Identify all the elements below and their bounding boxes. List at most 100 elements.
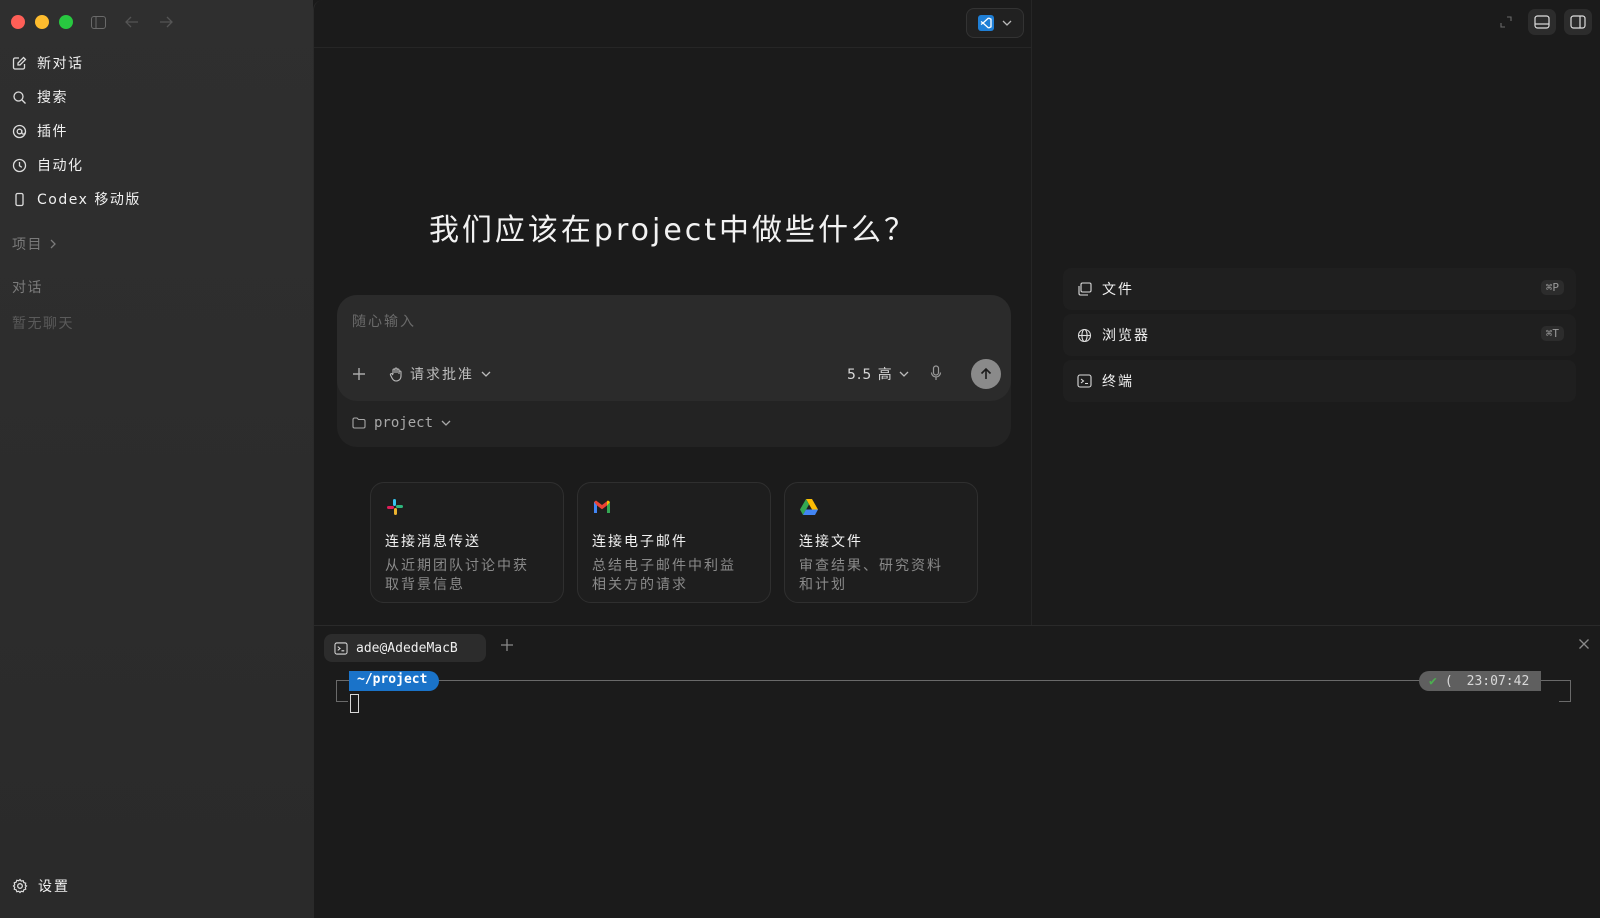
drive-icon: [800, 499, 818, 515]
sidebar-item-label: 搜索: [37, 90, 68, 106]
prompt-rule: [336, 680, 1571, 681]
composer-input[interactable]: 随心输入: [352, 311, 416, 331]
page-title: 我们应该在project中做些什么？: [428, 213, 918, 248]
edit-icon: [12, 56, 27, 70]
files-icon: [1078, 282, 1092, 296]
send-button[interactable]: [971, 359, 1001, 389]
new-terminal-plus-icon[interactable]: [500, 632, 514, 657]
terminal-cursor[interactable]: [350, 694, 359, 713]
globe-icon: [1077, 328, 1092, 342]
gear-icon: [12, 878, 28, 894]
composer-input-area[interactable]: 随心输入 请求批准 5.5 高: [337, 295, 1011, 401]
folder-icon: [352, 417, 366, 429]
panel-item-terminal[interactable]: 终端: [1063, 360, 1576, 402]
card-desc-line: 审查结果、研究资料: [799, 558, 943, 574]
chevron-right-icon: [50, 239, 56, 249]
card-desc-line: 和计划: [799, 577, 847, 593]
card-title: 连接文件: [799, 534, 863, 550]
microphone-icon[interactable]: [930, 365, 942, 385]
success-check-icon: ✔: [1429, 674, 1437, 689]
minimize-window-button[interactable]: [35, 15, 49, 29]
card-title: 连接消息传送: [385, 534, 481, 550]
approval-mode-label: 请求批准: [410, 367, 474, 383]
toggle-bottom-panel-icon[interactable]: [1528, 9, 1556, 35]
panel-item-browser[interactable]: 浏览器 ⌘T: [1063, 314, 1576, 356]
main-toolbar: [314, 0, 1032, 48]
card-desc-line: 相关方的请求: [592, 577, 688, 593]
attach-plus-icon[interactable]: [351, 361, 367, 388]
empty-chats-label: 暂无聊天: [12, 313, 74, 333]
panel-item-label: 文件: [1102, 282, 1134, 298]
panel-item-label: 终端: [1102, 374, 1134, 390]
sidebar-toolbar: [88, 13, 176, 31]
project-label: project: [374, 415, 434, 431]
card-desc-line: 从近期团队讨论中获: [385, 558, 529, 574]
card-description: 审查结果、研究资料 和计划: [799, 557, 963, 595]
hand-icon: [389, 366, 402, 382]
vscode-icon: [978, 15, 994, 31]
sidebar-toggle-icon[interactable]: [88, 13, 108, 31]
sidebar-projects-header[interactable]: 项目: [12, 234, 57, 254]
window-controls: [11, 15, 73, 29]
sidebar-item-automation[interactable]: 自动化: [12, 155, 84, 175]
sidebar-conversations-header: 对话: [12, 277, 43, 297]
panel-item-files[interactable]: 文件 ⌘P: [1063, 268, 1576, 310]
chevron-down-icon: [899, 371, 909, 377]
card-desc-line: 总结电子邮件中利益: [592, 558, 736, 574]
card-desc-line: 取背景信息: [385, 577, 465, 593]
sidebar-item-label: 插件: [37, 124, 68, 140]
sidebar-item-plugins[interactable]: 插件: [12, 121, 68, 141]
card-title: 连接电子邮件: [592, 534, 688, 550]
composer: 随心输入 请求批准 5.5 高 project: [337, 295, 1011, 447]
approval-mode-button[interactable]: 请求批准: [389, 364, 491, 384]
expand-icon[interactable]: [1492, 9, 1520, 35]
panel-item-label: 浏览器: [1102, 328, 1150, 344]
sidebar-item-label: 新对话: [37, 56, 84, 72]
shortcut-badge: ⌘T: [1540, 326, 1564, 341]
sidebar: 新对话 搜索 插件 自动化 Codex 移动版 项目 对话 暂无聊天 设置: [0, 0, 313, 918]
side-panel: 文件 ⌘P 浏览器 ⌘T 终端: [1031, 0, 1600, 625]
settings-button[interactable]: 设置: [12, 876, 70, 896]
connect-messaging-card[interactable]: 连接消息传送 从近期团队讨论中获 取背景信息: [370, 482, 564, 603]
at-icon: [12, 124, 27, 138]
chevron-down-icon: [441, 420, 451, 426]
panel-toolbar: [1492, 9, 1592, 35]
sidebar-item-label: Codex 移动版: [37, 192, 141, 208]
toggle-side-panel-icon[interactable]: [1564, 9, 1592, 35]
sidebar-item-search[interactable]: 搜索: [12, 87, 68, 107]
gmail-icon: [594, 500, 610, 513]
chevron-down-icon: [481, 371, 491, 377]
sidebar-item-new-chat[interactable]: 新对话: [12, 53, 84, 73]
project-select[interactable]: project: [352, 415, 451, 431]
terminal-icon: [1077, 374, 1092, 388]
prompt-paren: (: [1444, 674, 1453, 689]
empty-label-text: 暂无聊天: [12, 316, 74, 332]
prompt-bracket-left: [336, 680, 348, 702]
prompt-path-segment: ~/project: [349, 671, 440, 691]
prompt-status-segment: ✔ ( 23:07:42: [1419, 671, 1541, 691]
open-in-editor-button[interactable]: [966, 8, 1024, 38]
shortcut-badge: ⌘P: [1540, 280, 1564, 295]
connect-files-card[interactable]: 连接文件 审查结果、研究资料 和计划: [784, 482, 978, 603]
model-select[interactable]: 5.5 高: [847, 364, 909, 384]
terminal-panel: ade@AdedeMacB ~/project ✔ ( 23:07:42: [313, 625, 1600, 918]
projects-label: 项目: [12, 237, 43, 253]
terminal-tab-label: ade@AdedeMacB: [356, 640, 458, 656]
back-arrow-icon[interactable]: [122, 13, 142, 31]
phone-icon: [15, 192, 24, 206]
settings-label: 设置: [38, 879, 70, 895]
terminal-tab[interactable]: ade@AdedeMacB: [324, 634, 486, 662]
slack-icon: [387, 499, 403, 515]
arrow-up-icon: [980, 367, 992, 379]
close-terminal-icon[interactable]: [1578, 634, 1590, 655]
search-icon: [13, 90, 26, 104]
model-label: 5.5 高: [847, 367, 893, 383]
sidebar-item-codex-mobile[interactable]: Codex 移动版: [12, 189, 141, 209]
chevron-down-icon: [1002, 20, 1012, 26]
clock-icon: [12, 158, 27, 172]
main-panel: 我们应该在project中做些什么？ 随心输入 请求批准 5.5 高 proje…: [313, 0, 1032, 625]
connect-email-card[interactable]: 连接电子邮件 总结电子邮件中利益 相关方的请求: [577, 482, 771, 603]
forward-arrow-icon[interactable]: [156, 13, 176, 31]
close-window-button[interactable]: [11, 15, 25, 29]
zoom-window-button[interactable]: [59, 15, 73, 29]
